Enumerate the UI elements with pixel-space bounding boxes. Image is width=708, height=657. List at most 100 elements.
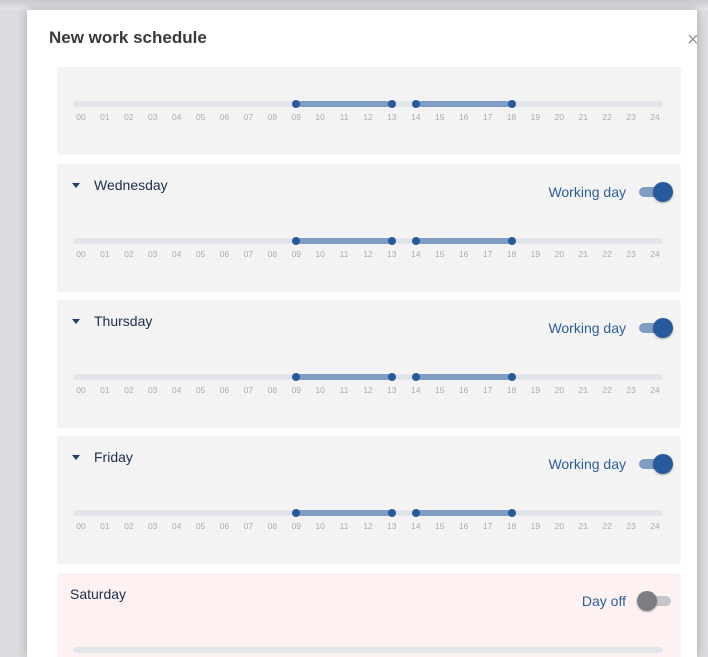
hour-tick-label: 18 bbox=[506, 249, 517, 259]
timeline-rail[interactable] bbox=[73, 647, 663, 653]
hour-tick-label: 18 bbox=[506, 112, 517, 122]
work-interval-segment[interactable] bbox=[415, 510, 512, 516]
hour-tick-label: 15 bbox=[435, 112, 445, 122]
hour-tick-label: 01 bbox=[100, 521, 110, 531]
hour-tick-label: 07 bbox=[243, 112, 254, 122]
hour-tick-label: 20 bbox=[554, 385, 565, 395]
interval-end-handle[interactable] bbox=[507, 509, 516, 517]
hour-tick-label: 01 bbox=[100, 249, 110, 259]
day-card-saturday: Saturday Day off bbox=[57, 573, 681, 657]
interval-end-handle[interactable] bbox=[387, 100, 396, 108]
day-timeline: 00 01 02 03 04 05 06 07 08 09 10 11 12 13 14 15 16 17 18 19… bbox=[73, 237, 663, 267]
hour-tick-label: 20 bbox=[554, 112, 565, 122]
hour-tick-label: 22 bbox=[602, 112, 612, 122]
toggle-knob bbox=[653, 182, 673, 202]
hour-tick-label: 13 bbox=[387, 521, 397, 531]
hour-tick-label: 23 bbox=[626, 521, 636, 531]
hour-tick-label: 23 bbox=[626, 249, 636, 259]
hour-tick-label: 10 bbox=[315, 249, 325, 259]
hour-tick-label: 00 bbox=[76, 385, 86, 395]
hour-tick-label: 24 bbox=[650, 385, 660, 395]
work-interval-segment[interactable] bbox=[296, 238, 392, 244]
hour-tick-label: 04 bbox=[171, 521, 182, 531]
hour-tick-label: 16 bbox=[458, 521, 469, 531]
hour-tick-label: 23 bbox=[626, 112, 636, 122]
day-name: Thursday bbox=[94, 313, 153, 329]
hour-tick-label: 05 bbox=[195, 112, 206, 122]
day-off-toggle[interactable] bbox=[637, 590, 673, 612]
hour-tick-label: 19 bbox=[530, 112, 541, 122]
hour-tick-label: 09 bbox=[291, 249, 301, 259]
work-interval-segment[interactable] bbox=[296, 510, 392, 516]
toggle-knob bbox=[653, 454, 673, 474]
hour-tick-label: 24 bbox=[650, 112, 660, 122]
hour-tick-label: 06 bbox=[219, 385, 230, 395]
interval-start-handle[interactable] bbox=[411, 100, 420, 108]
hour-tick-label: 08 bbox=[267, 385, 278, 395]
interval-end-handle[interactable] bbox=[507, 237, 516, 245]
hour-tick-label: 01 bbox=[100, 112, 110, 122]
day-card-friday: Friday Working day 00 01 02 03 04 05 06 07 08 09 1… bbox=[57, 436, 681, 564]
hour-tick-label: 08 bbox=[267, 521, 278, 531]
interval-start-handle[interactable] bbox=[411, 237, 420, 245]
work-interval-segment[interactable] bbox=[296, 374, 392, 380]
hour-tick-label: 16 bbox=[458, 112, 469, 122]
working-day-toggle[interactable] bbox=[637, 181, 673, 203]
hour-tick-label: 14 bbox=[411, 112, 421, 122]
hour-tick-label: 00 bbox=[76, 249, 86, 259]
hour-tick-label: 14 bbox=[411, 249, 421, 259]
hour-tick-label: 19 bbox=[530, 521, 541, 531]
working-day-toggle[interactable] bbox=[637, 317, 673, 339]
hour-tick-label: 04 bbox=[171, 112, 182, 122]
dialog-title: New work schedule bbox=[49, 28, 207, 47]
hour-tick-label: 10 bbox=[315, 385, 325, 395]
chevron-down-icon[interactable] bbox=[72, 455, 80, 460]
work-interval-segment[interactable] bbox=[415, 374, 512, 380]
day-name: Friday bbox=[94, 449, 133, 465]
hour-tick-label: 20 bbox=[554, 521, 565, 531]
interval-end-handle[interactable] bbox=[507, 373, 516, 381]
hour-tick-label: 15 bbox=[435, 249, 445, 259]
hour-tick-label: 14 bbox=[411, 521, 421, 531]
work-interval-segment[interactable] bbox=[415, 238, 512, 244]
hour-tick-row: 00 01 02 03 04 05 06 07 08 09 10 11 12 13 14 15 16 17 18 19… bbox=[73, 112, 663, 124]
hour-tick-label: 17 bbox=[482, 521, 493, 531]
hour-tick-label: 11 bbox=[339, 385, 349, 395]
interval-start-handle[interactable] bbox=[411, 509, 420, 517]
interval-end-handle[interactable] bbox=[387, 509, 396, 517]
hour-tick-label: 00 bbox=[76, 521, 86, 531]
interval-start-handle[interactable] bbox=[411, 373, 420, 381]
interval-end-handle[interactable] bbox=[387, 237, 396, 245]
day-status-label: Day off bbox=[581, 593, 626, 609]
hour-tick-label: 10 bbox=[315, 521, 325, 531]
chevron-down-icon[interactable] bbox=[72, 183, 80, 188]
toggle-knob bbox=[653, 318, 673, 338]
work-interval-segment[interactable] bbox=[296, 101, 392, 107]
hour-tick-label: 12 bbox=[363, 521, 373, 531]
hour-tick-label: 09 bbox=[291, 521, 301, 531]
hour-tick-label: 21 bbox=[578, 112, 588, 122]
interval-end-handle[interactable] bbox=[387, 373, 396, 381]
hour-tick-row: 00 01 02 03 04 05 06 07 08 09 10 11 12 13 14 15 16 17 18 19… bbox=[73, 385, 663, 397]
hour-tick-label: 22 bbox=[602, 521, 612, 531]
day-name: Wednesday bbox=[94, 177, 168, 193]
hour-tick-label: 23 bbox=[626, 385, 636, 395]
hour-tick-label: 07 bbox=[243, 249, 254, 259]
page-backdrop bbox=[0, 0, 708, 10]
working-day-toggle[interactable] bbox=[637, 453, 673, 475]
hour-tick-label: 02 bbox=[124, 521, 134, 531]
close-icon[interactable]: × bbox=[687, 30, 697, 50]
hour-tick-label: 02 bbox=[124, 385, 134, 395]
toggle-knob bbox=[637, 591, 657, 611]
work-interval-segment[interactable] bbox=[415, 101, 512, 107]
hour-tick-label: 17 bbox=[482, 249, 493, 259]
chevron-down-icon[interactable] bbox=[72, 319, 80, 324]
hour-tick-label: 09 bbox=[291, 112, 301, 122]
schedule-scroll-area[interactable]: 00 01 02 03 04 05 06 07 08 09 10 11 12 13 14 15 16 17 18 19… bbox=[57, 67, 681, 657]
work-schedule-dialog: New work schedule × 00 01 02 03 04 05 06 07 08 09… bbox=[27, 10, 697, 657]
hour-tick-label: 21 bbox=[578, 249, 588, 259]
interval-end-handle[interactable] bbox=[507, 100, 516, 108]
hour-tick-label: 06 bbox=[219, 521, 230, 531]
hour-tick-label: 03 bbox=[148, 385, 158, 395]
hour-tick-label: 08 bbox=[267, 112, 278, 122]
